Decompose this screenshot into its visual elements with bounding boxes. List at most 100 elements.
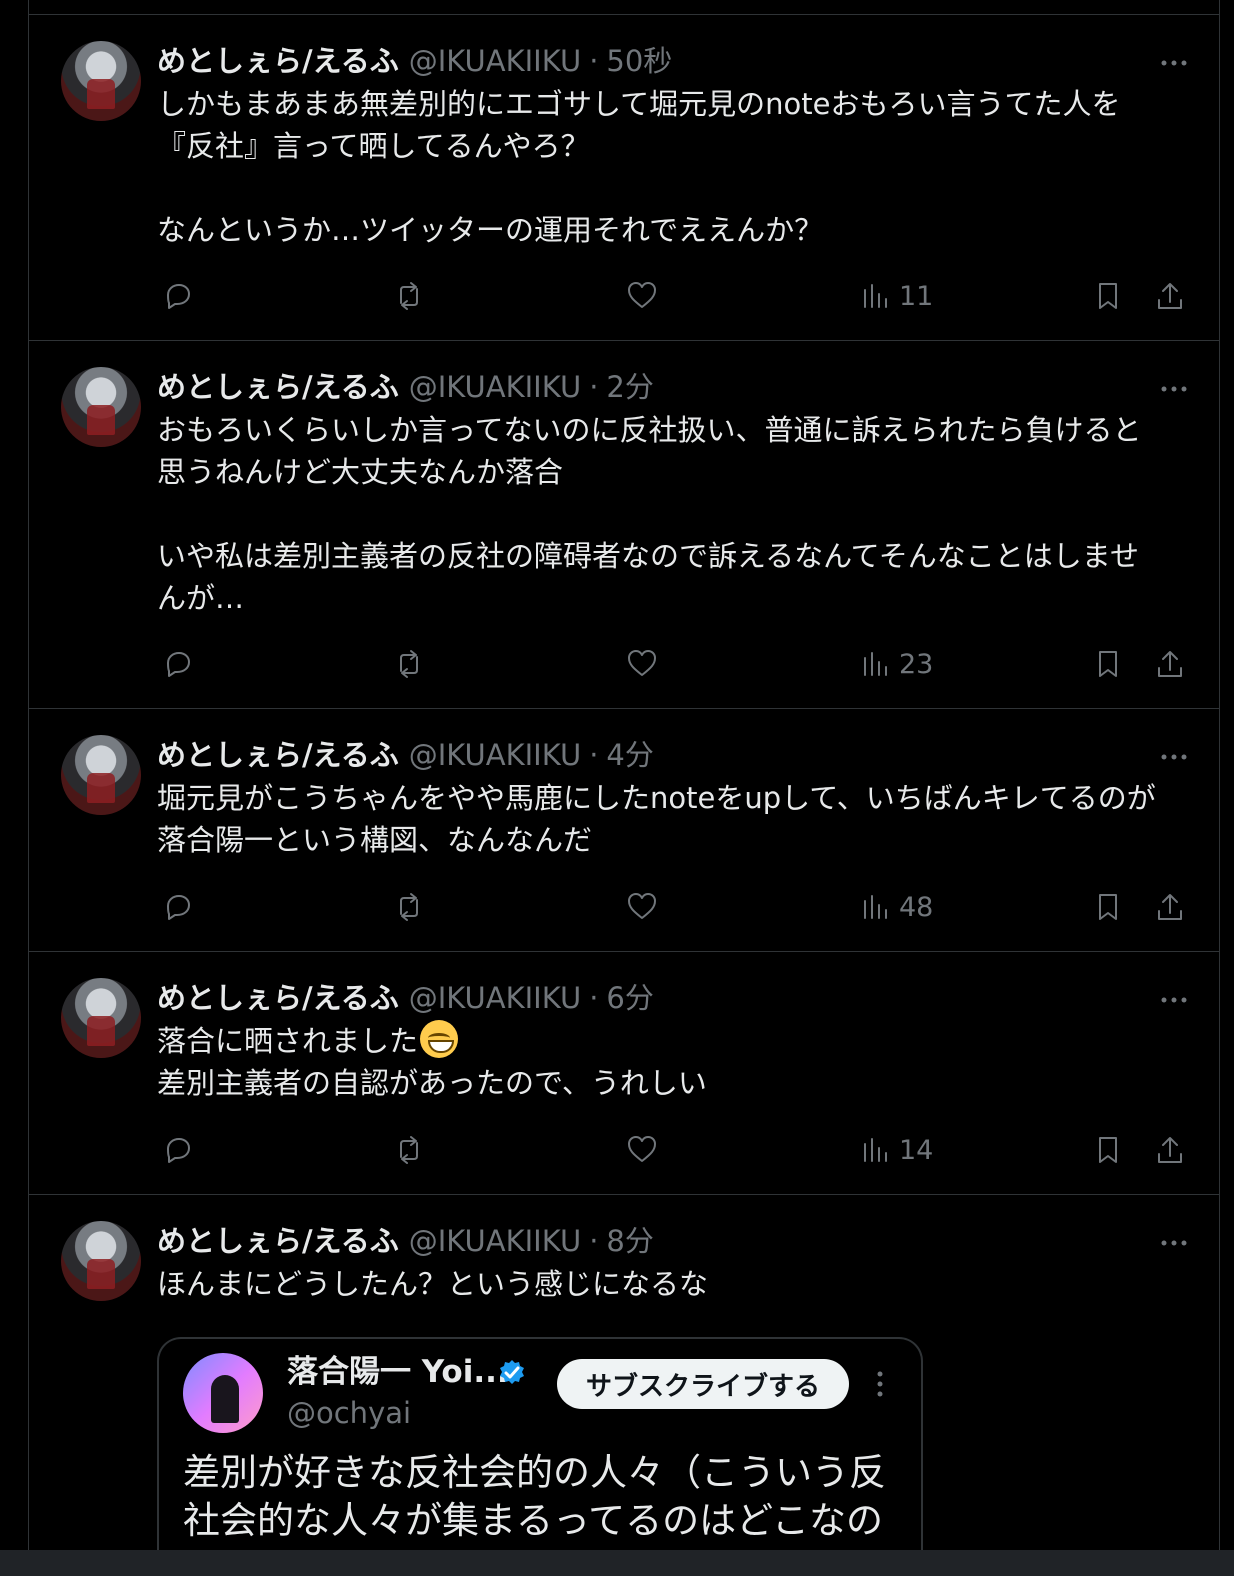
- reply-button[interactable]: [157, 643, 199, 685]
- reply-icon: [167, 895, 190, 920]
- user-avatar[interactable]: [61, 41, 141, 121]
- views-count: 11: [899, 280, 934, 312]
- retweet-icon: [400, 282, 418, 310]
- like-button[interactable]: [621, 643, 663, 685]
- tweet-actions: 23: [29, 643, 1219, 687]
- views-button[interactable]: 48: [857, 886, 969, 928]
- tweet-actions: 48: [29, 886, 1219, 930]
- quoted-user-avatar[interactable]: [183, 1353, 263, 1433]
- bookmark-icon: [1099, 894, 1117, 920]
- tweet-item[interactable]: めとしぇら/えるふ @IKUAKIIKU · 8分 ほんまにどうしたん？という感じにな…: [29, 1195, 1219, 1550]
- views-button[interactable]: 14: [857, 1129, 969, 1171]
- reply-button[interactable]: [157, 886, 199, 928]
- tweet-header: めとしぇら/えるふ @IKUAKIIKU · 6分: [157, 978, 654, 1018]
- quoted-tweet[interactable]: 落合陽一 Yoi... @ochyai サブスクライブする 差別が好きな反社会的…: [157, 1337, 923, 1550]
- share-button[interactable]: [1149, 275, 1191, 317]
- tweet-actions: 14: [29, 1129, 1219, 1173]
- tweet-timestamp[interactable]: 4分: [606, 735, 653, 775]
- user-handle[interactable]: @IKUAKIIKU: [409, 41, 581, 81]
- share-icon: [1158, 1137, 1182, 1163]
- views-count: 48: [899, 891, 934, 923]
- more-icon[interactable]: [863, 1367, 897, 1401]
- tweet-text: ほんまにどうしたん？という感じになるな: [157, 1267, 709, 1301]
- tweet-item[interactable]: めとしぇら/えるふ @IKUAKIIKU · 4分 堀元見がこうちゃんをやや馬鹿にした…: [29, 709, 1219, 952]
- bookmark-icon: [1099, 651, 1117, 677]
- header-separator: ·: [589, 981, 599, 1015]
- views-count: 14: [899, 1134, 934, 1166]
- bookmark-icon: [1099, 283, 1117, 309]
- quoted-display-name[interactable]: 落合陽一 Yoi...: [287, 1351, 509, 1393]
- display-name[interactable]: めとしぇら/えるふ: [157, 41, 399, 81]
- header-separator: ·: [589, 44, 599, 78]
- more-icon[interactable]: [1157, 46, 1191, 80]
- user-avatar[interactable]: [61, 1221, 141, 1301]
- retweet-button[interactable]: [388, 886, 430, 928]
- window-bottom-strip: [0, 1550, 1234, 1576]
- like-icon: [628, 282, 656, 308]
- header-separator: ·: [589, 738, 599, 772]
- tweet-text: しかもまあまあ無差別的にエゴサして堀元見のnoteおもろい言うてた人を 『反社』…: [157, 87, 1121, 247]
- user-avatar[interactable]: [61, 978, 141, 1058]
- tweet-text-part: 落合に晒されました: [157, 1024, 419, 1058]
- bookmark-button[interactable]: [1087, 643, 1129, 685]
- tweet-timestamp[interactable]: 8分: [606, 1221, 653, 1261]
- tweet-text: 堀元見がこうちゃんをやや馬鹿にしたnoteをupして、いちばんキレてるのが 落合…: [157, 781, 1156, 857]
- tweet-timestamp[interactable]: 2分: [606, 367, 653, 407]
- reply-button[interactable]: [157, 1129, 199, 1171]
- share-button[interactable]: [1149, 886, 1191, 928]
- quoted-tweet-text: 差別が好きな反社会的の人々（こういう反 社会的な人々が集まるってるのはどこなの: [183, 1451, 886, 1542]
- reply-button[interactable]: [157, 275, 199, 317]
- display-name[interactable]: めとしぇら/えるふ: [157, 735, 399, 775]
- user-avatar[interactable]: [61, 735, 141, 815]
- tweet-item[interactable]: めとしぇら/えるふ @IKUAKIIKU · 6分 落合に晒されました 差別主義者の自…: [29, 952, 1219, 1195]
- tweet-header: めとしぇら/えるふ @IKUAKIIKU · 4分: [157, 735, 654, 775]
- views-icon: [864, 895, 887, 919]
- reply-icon: [167, 284, 190, 309]
- subscribe-button[interactable]: サブスクライブする: [557, 1359, 849, 1409]
- reply-icon: [167, 652, 190, 677]
- display-name[interactable]: めとしぇら/えるふ: [157, 978, 399, 1018]
- user-handle[interactable]: @IKUAKIIKU: [409, 1221, 581, 1261]
- bookmark-button[interactable]: [1087, 275, 1129, 317]
- retweet-icon: [400, 1136, 418, 1164]
- quoted-user-handle[interactable]: @ochyai: [287, 1393, 411, 1433]
- display-name[interactable]: めとしぇら/えるふ: [157, 1221, 399, 1261]
- user-handle[interactable]: @IKUAKIIKU: [409, 735, 581, 775]
- tweet-timestamp[interactable]: 6分: [606, 978, 653, 1018]
- share-button[interactable]: [1149, 643, 1191, 685]
- reply-icon: [167, 1138, 190, 1163]
- tweet-header: めとしぇら/えるふ @IKUAKIIKU · 2分: [157, 367, 654, 407]
- like-button[interactable]: [621, 1129, 663, 1171]
- more-icon[interactable]: [1157, 983, 1191, 1017]
- user-handle[interactable]: @IKUAKIIKU: [409, 367, 581, 407]
- display-name[interactable]: めとしぇら/えるふ: [157, 367, 399, 407]
- like-icon: [628, 650, 656, 676]
- retweet-button[interactable]: [388, 1129, 430, 1171]
- like-icon: [628, 1136, 656, 1162]
- like-icon: [628, 893, 656, 919]
- tweet-header: めとしぇら/えるふ @IKUAKIIKU · 8分: [157, 1221, 654, 1261]
- retweet-button[interactable]: [388, 275, 430, 317]
- more-icon[interactable]: [1157, 372, 1191, 406]
- more-icon[interactable]: [1157, 1226, 1191, 1260]
- views-icon: [864, 284, 887, 308]
- views-button[interactable]: 23: [857, 643, 969, 685]
- like-button[interactable]: [621, 275, 663, 317]
- like-button[interactable]: [621, 886, 663, 928]
- user-avatar[interactable]: [61, 367, 141, 447]
- verified-icon: [500, 1360, 524, 1384]
- views-icon: [864, 652, 887, 676]
- tweet-text: 落合に晒されました 差別主義者の自認があったので、うれしい: [157, 1020, 1195, 1104]
- tweet-timestamp[interactable]: 50秒: [606, 41, 672, 81]
- share-icon: [1158, 283, 1182, 309]
- bookmark-button[interactable]: [1087, 886, 1129, 928]
- share-button[interactable]: [1149, 1129, 1191, 1171]
- user-handle[interactable]: @IKUAKIIKU: [409, 978, 581, 1018]
- retweet-button[interactable]: [388, 643, 430, 685]
- tweet-item[interactable]: めとしぇら/えるふ @IKUAKIIKU · 50秒 しかもまあまあ無差別的にエゴサし…: [29, 15, 1219, 341]
- tweet-timeline: めとしぇら/えるふ @IKUAKIIKU · 50秒 しかもまあまあ無差別的にエゴサし…: [28, 0, 1220, 1550]
- views-button[interactable]: 11: [857, 275, 969, 317]
- more-icon[interactable]: [1157, 740, 1191, 774]
- tweet-item[interactable]: めとしぇら/えるふ @IKUAKIIKU · 2分 おもろいくらいしか言ってないのに反…: [29, 341, 1219, 709]
- bookmark-button[interactable]: [1087, 1129, 1129, 1171]
